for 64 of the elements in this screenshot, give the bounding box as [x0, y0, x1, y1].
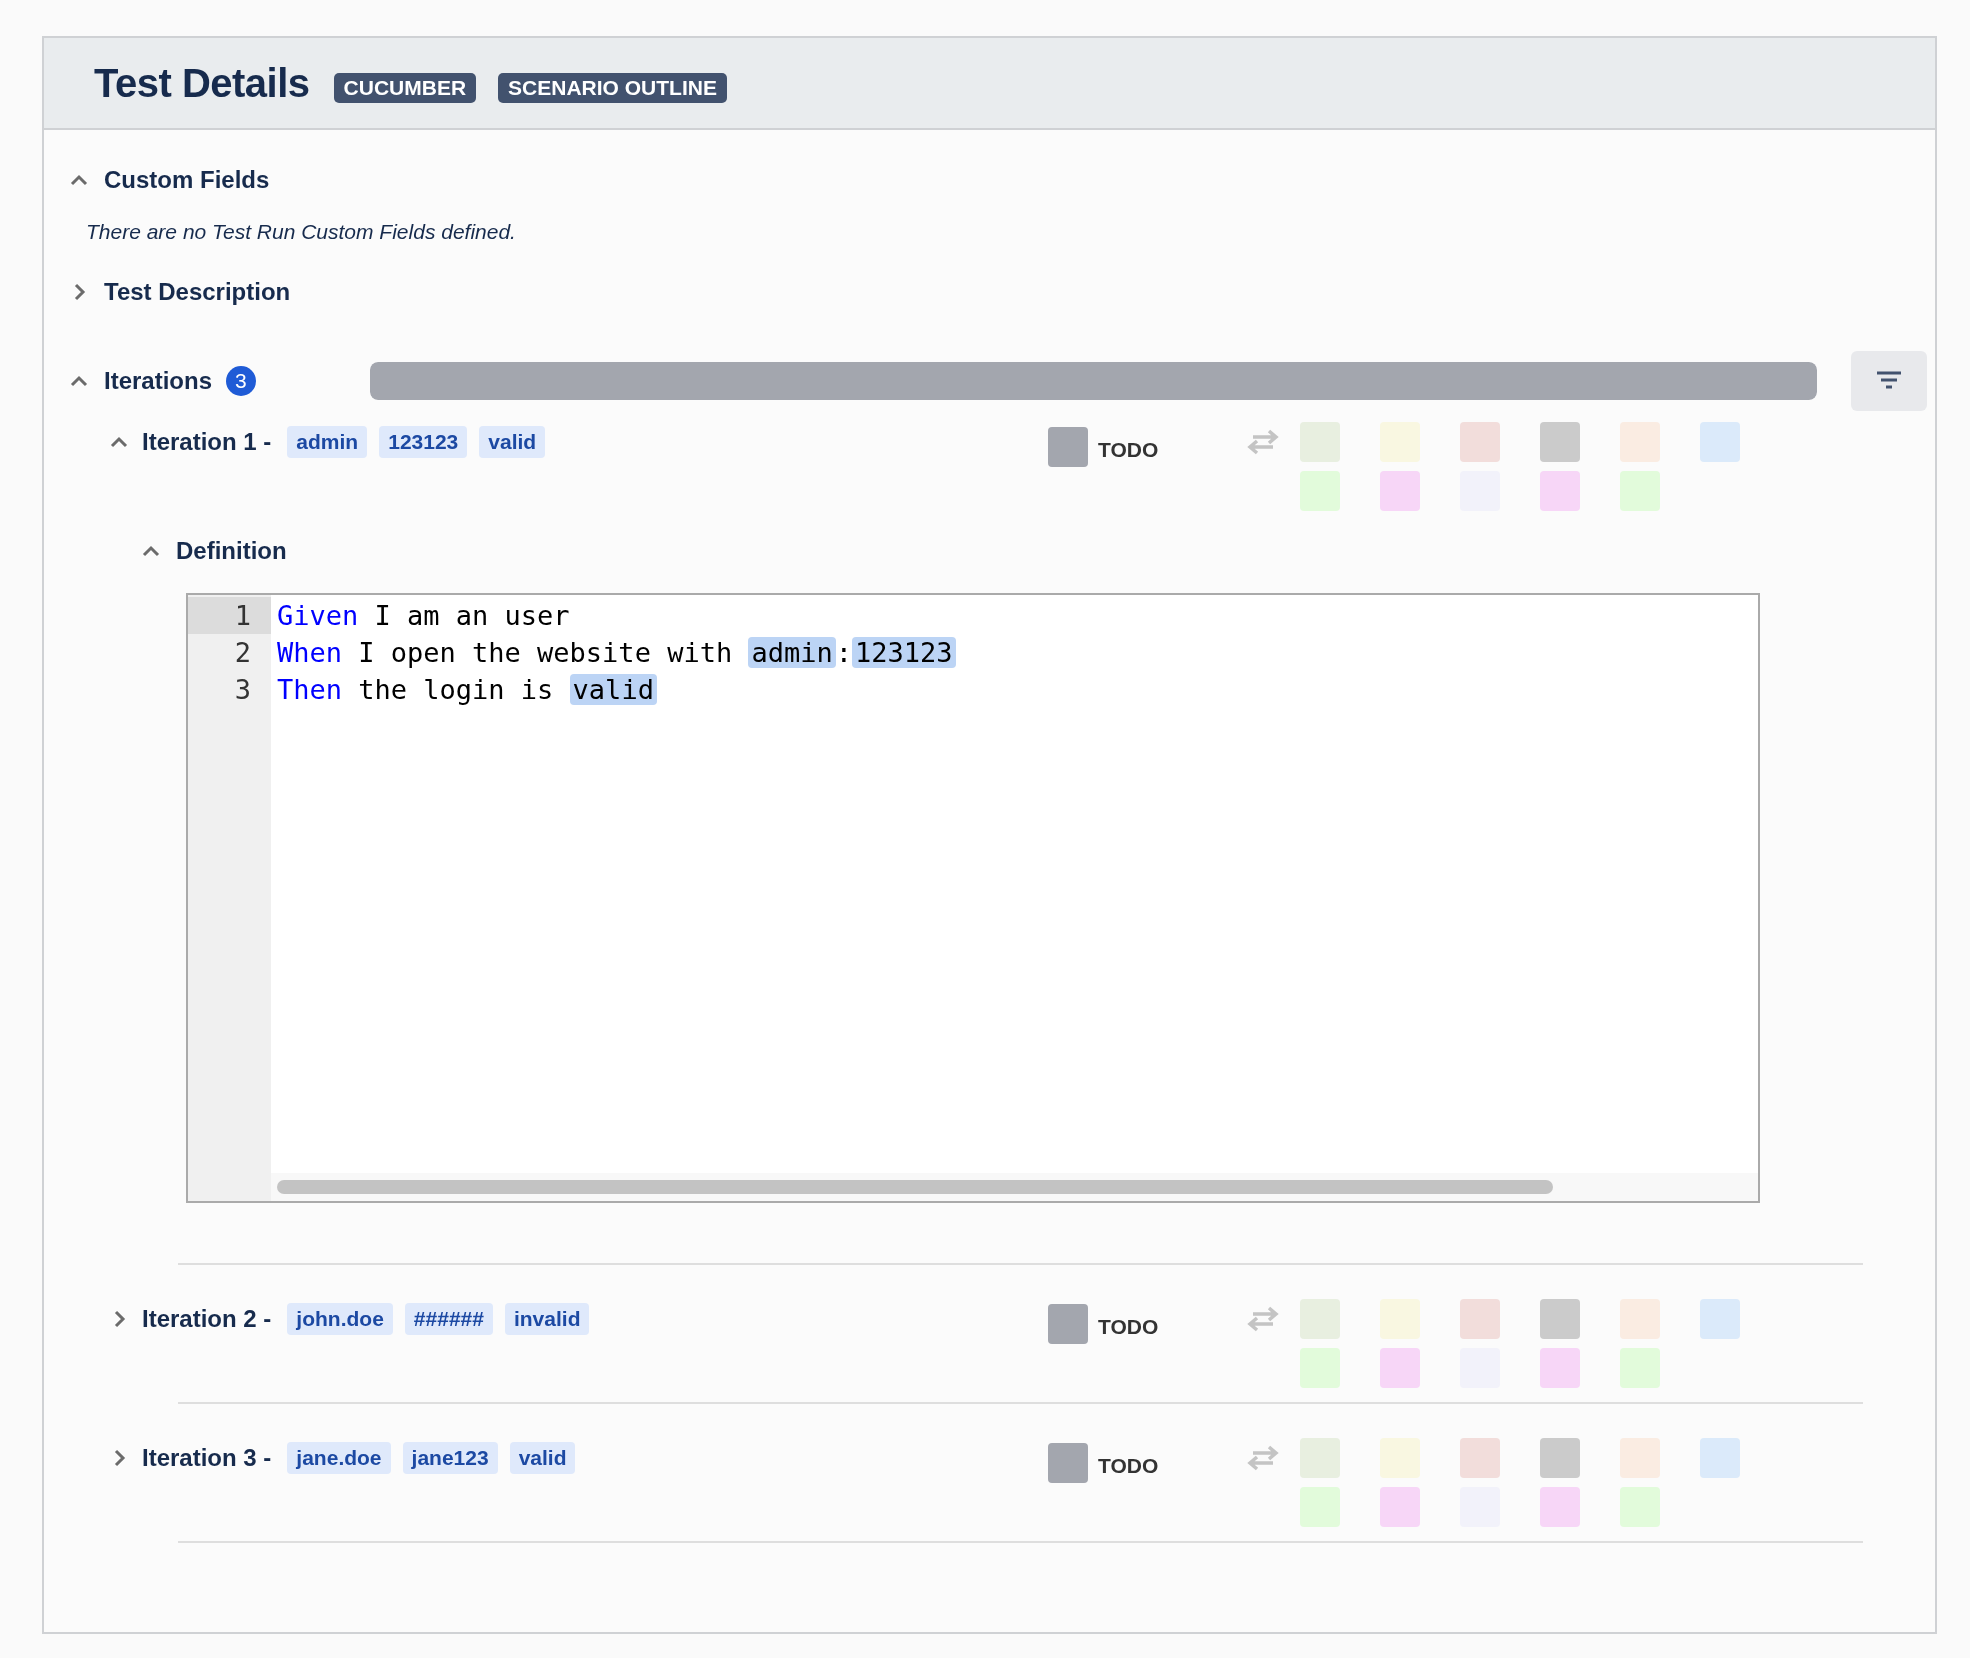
- status-button[interactable]: [1620, 422, 1660, 462]
- status-button[interactable]: [1460, 422, 1500, 462]
- status-button[interactable]: [1380, 1438, 1420, 1478]
- status-button[interactable]: [1620, 1438, 1660, 1478]
- iteration-title: Iteration 3 -: [142, 1444, 272, 1472]
- status-button[interactable]: [1380, 1299, 1420, 1339]
- line-number: 1: [188, 597, 271, 634]
- status-label: TODO: [1098, 1314, 1159, 1339]
- status-button[interactable]: [1540, 1438, 1580, 1478]
- filter-icon: [1875, 370, 1903, 392]
- status-button[interactable]: [1380, 471, 1420, 511]
- parameter-tag: jane123: [402, 1442, 498, 1474]
- status-button[interactable]: [1460, 1299, 1500, 1339]
- section-title: Iterations: [104, 367, 213, 395]
- status-button[interactable]: [1300, 422, 1340, 462]
- status-button[interactable]: [1460, 1438, 1500, 1478]
- status-button[interactable]: [1620, 1348, 1660, 1388]
- status-button[interactable]: [1300, 471, 1340, 511]
- status-button[interactable]: [1380, 422, 1420, 462]
- type-badge: SCENARIO OUTLINE: [498, 73, 727, 103]
- parameter-tag: jane.doe: [287, 1442, 391, 1474]
- parameter-tag: invalid: [504, 1303, 590, 1335]
- type-badge: CUCUMBER: [333, 73, 477, 103]
- parameter-tag: valid: [479, 426, 546, 458]
- code-line: When I open the website with admin:123123: [277, 634, 1758, 671]
- status-button[interactable]: [1380, 1348, 1420, 1388]
- section-title: Custom Fields: [104, 166, 270, 194]
- scrollbar-thumb[interactable]: [277, 1180, 1553, 1194]
- status-label: TODO: [1098, 1453, 1159, 1478]
- section-title: Test Description: [104, 278, 291, 306]
- code-editor[interactable]: 1 2 3 Given I am an user When I open the website with admin:123123 Then the login is valid: [186, 593, 1760, 1203]
- code-line: Then the login is valid: [277, 671, 1758, 708]
- line-number: 3: [233, 673, 252, 707]
- status-button[interactable]: [1300, 1438, 1340, 1478]
- status-button[interactable]: [1300, 1348, 1340, 1388]
- parameter-tag: john.doe: [287, 1303, 393, 1335]
- parameter-tag: admin: [287, 426, 368, 458]
- iteration-title: Iteration 2 -: [142, 1305, 272, 1333]
- status-button[interactable]: [1700, 422, 1740, 462]
- status-button[interactable]: [1620, 471, 1660, 511]
- panel-title: Test Details: [94, 60, 310, 106]
- parameter-tag: valid: [509, 1442, 576, 1474]
- status-button[interactable]: [1700, 1438, 1740, 1478]
- status-button[interactable]: [1540, 1487, 1580, 1527]
- code-line: Given I am an user: [277, 599, 571, 633]
- line-number: 2: [233, 636, 252, 670]
- section-title: Definition: [176, 537, 287, 565]
- status-button[interactable]: [1380, 1487, 1420, 1527]
- status-button[interactable]: [1540, 422, 1580, 462]
- status-button[interactable]: [1700, 1299, 1740, 1339]
- status-button[interactable]: [1300, 1299, 1340, 1339]
- status-button[interactable]: [1540, 1348, 1580, 1388]
- parameter-tag: ######: [404, 1303, 493, 1335]
- filter-button[interactable]: [1851, 351, 1927, 411]
- status-button[interactable]: [1540, 471, 1580, 511]
- iteration-title: Iteration 1 -: [142, 428, 272, 456]
- status-label: TODO: [1098, 437, 1159, 462]
- parameter-tag: 123123: [379, 426, 468, 458]
- status-button[interactable]: [1300, 1487, 1340, 1527]
- status-button[interactable]: [1620, 1487, 1660, 1527]
- empty-message: There are no Test Run Custom Fields defined.: [86, 220, 517, 244]
- count-badge: 3: [226, 366, 256, 396]
- status-button[interactable]: [1620, 1299, 1660, 1339]
- status-button[interactable]: [1540, 1299, 1580, 1339]
